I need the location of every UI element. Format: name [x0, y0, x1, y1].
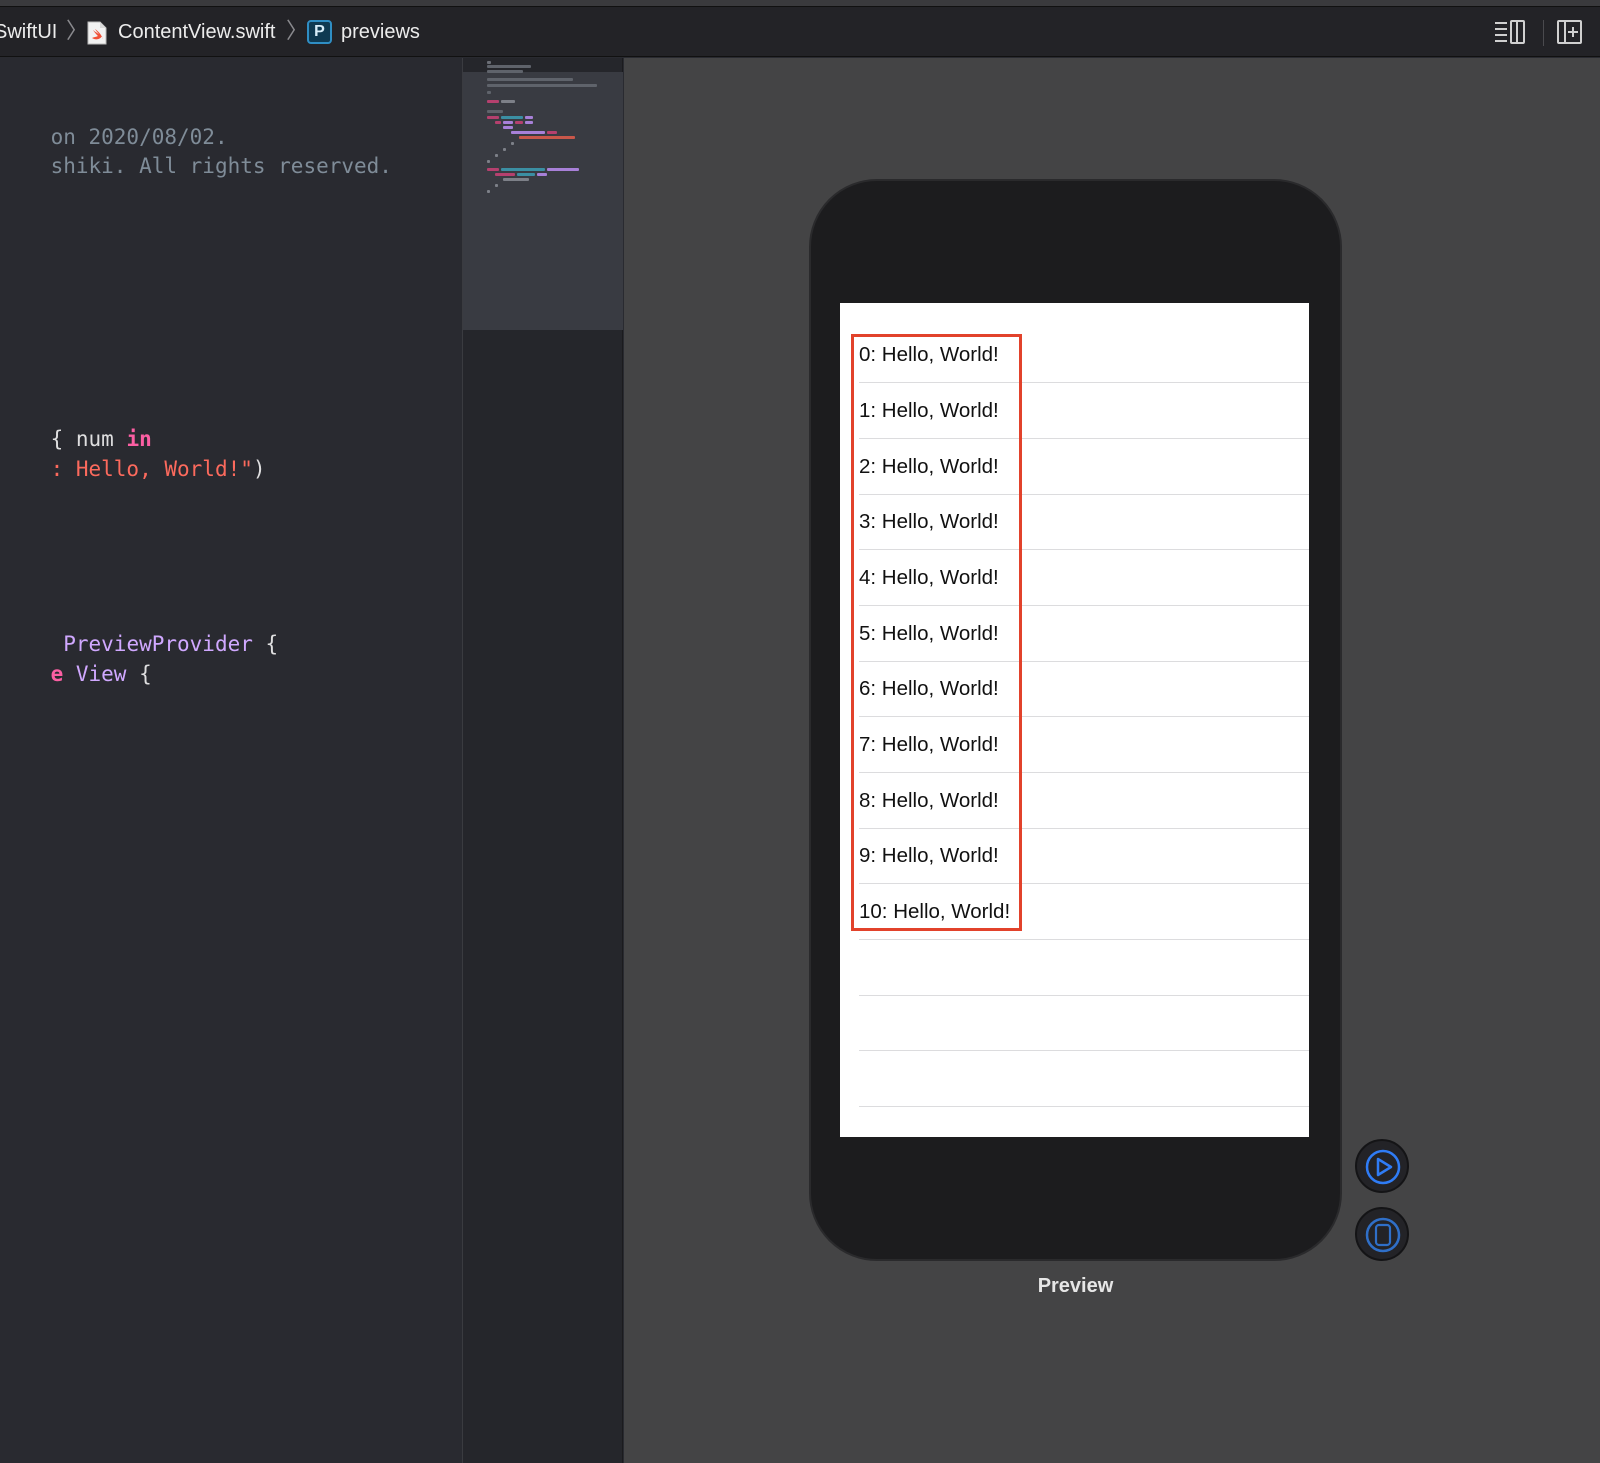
- breadcrumb-project[interactable]: SwiftUI: [0, 7, 57, 57]
- list-row[interactable]: 4: Hello, World!: [840, 550, 1309, 606]
- minimap-line: [495, 184, 498, 187]
- code-line: { num in: [0, 394, 152, 451]
- empty-list-row: [840, 995, 1309, 1051]
- code-line: shiki. All rights reserved.: [0, 121, 392, 178]
- minimap-line: [487, 65, 531, 68]
- live-preview-icon: [1365, 1149, 1401, 1185]
- list-row-label: 2: Hello, World!: [859, 455, 999, 478]
- swift-file-icon: [87, 21, 107, 45]
- breadcrumb-file-label: ContentView.swift: [118, 20, 276, 43]
- minimap-line: [487, 84, 597, 87]
- minimap-line: [511, 142, 514, 145]
- code-token: shiki. All rights reserved.: [50, 154, 392, 178]
- device-settings-button[interactable]: [1355, 1207, 1409, 1261]
- list-separator: [859, 1106, 1309, 1107]
- list-row-label: 10: Hello, World!: [859, 900, 1011, 923]
- minimap-line: [487, 110, 503, 113]
- minimap-line: [501, 116, 523, 119]
- minimap-line: [515, 121, 523, 124]
- breadcrumb-symbol-label: previews: [341, 20, 420, 43]
- minimap-line: [503, 148, 506, 151]
- device-settings-icon: [1365, 1217, 1401, 1253]
- list-row[interactable]: 8: Hello, World!: [840, 773, 1309, 829]
- list-row-label: 6: Hello, World!: [859, 677, 999, 700]
- minimap-line: [503, 126, 513, 129]
- list-row[interactable]: 1: Hello, World!: [840, 383, 1309, 439]
- preview-caption: Preview: [1037, 1275, 1114, 1297]
- code-token: ): [252, 457, 266, 481]
- minimap-line: [547, 131, 557, 134]
- list-row-label: 7: Hello, World!: [859, 733, 999, 756]
- jump-bar: SwiftUI 〉 ContentView.swift 〉 P previews: [0, 7, 1600, 57]
- minimap-line: [487, 70, 523, 73]
- minimap-line: [501, 100, 515, 103]
- minimap-line: [487, 61, 491, 64]
- list-row[interactable]: 6: Hello, World!: [840, 661, 1309, 717]
- device-screen[interactable]: 0: Hello, World! 1: Hello, World! 2: Hel…: [840, 303, 1309, 1137]
- code-line: e View {: [0, 629, 152, 686]
- code-line: : Hello, World!"): [0, 424, 266, 481]
- minimap-line: [487, 168, 499, 171]
- list-row-label: 5: Hello, World!: [859, 622, 999, 645]
- list-row[interactable]: 9: Hello, World!: [840, 828, 1309, 884]
- breadcrumb-project-label: SwiftUI: [0, 20, 58, 43]
- minimap-line: [511, 131, 545, 134]
- list-row-label: 0: Hello, World!: [859, 343, 999, 366]
- breadcrumb-file[interactable]: ContentView.swift: [118, 7, 276, 57]
- list-row[interactable]: 0: Hello, World!: [840, 327, 1309, 383]
- minimap-line: [537, 173, 547, 176]
- list-row[interactable]: 10: Hello, World!: [840, 884, 1309, 940]
- editor-options-icon[interactable]: [1493, 19, 1527, 45]
- code-line: PreviewProvider {: [0, 599, 278, 656]
- minimap-line: [547, 168, 579, 171]
- list-row-label: 4: Hello, World!: [859, 566, 999, 589]
- list-row[interactable]: 5: Hello, World!: [840, 606, 1309, 662]
- preview-canvas[interactable]: 0: Hello, World! 1: Hello, World! 2: Hel…: [624, 58, 1600, 1463]
- list-row[interactable]: 2: Hello, World!: [840, 439, 1309, 495]
- live-preview-button[interactable]: [1355, 1139, 1409, 1193]
- minimap-line: [495, 154, 498, 157]
- code-token: e: [50, 662, 76, 686]
- list-row-label: 1: Hello, World!: [859, 399, 999, 422]
- minimap-line: [517, 173, 535, 176]
- empty-list-row: [840, 940, 1309, 996]
- minimap-line: [503, 121, 513, 124]
- breadcrumb-chevron-icon: 〉: [66, 18, 89, 43]
- minimap-line: [495, 121, 501, 124]
- code-token: {: [252, 632, 279, 656]
- list-row-label: 8: Hello, World!: [859, 789, 999, 812]
- list-row[interactable]: 7: Hello, World!: [840, 717, 1309, 773]
- minimap-line: [525, 121, 533, 124]
- code-token: {: [126, 662, 152, 686]
- minimap[interactable]: [462, 58, 623, 1463]
- minimap-line: [501, 168, 545, 171]
- code-token: View: [75, 662, 127, 686]
- list-row[interactable]: 3: Hello, World!: [840, 494, 1309, 550]
- breadcrumb-symbol[interactable]: previews: [341, 7, 420, 57]
- empty-list-row: [840, 1051, 1309, 1107]
- minimap-line: [519, 136, 575, 139]
- toolbar-divider: [1543, 20, 1544, 46]
- source-editor[interactable]: on 2020/08/02. shiki. All rights reserve…: [0, 58, 462, 1463]
- minimap-line: [487, 190, 490, 193]
- minimap-line: [487, 100, 499, 103]
- minimap-line: [495, 173, 515, 176]
- minimap-line: [487, 160, 490, 163]
- list-row-label: 9: Hello, World!: [859, 844, 999, 867]
- window-top-strip: [0, 0, 1600, 7]
- minimap-line: [525, 116, 533, 119]
- code-token: : Hello, World!": [50, 457, 253, 481]
- minimap-line: [487, 116, 499, 119]
- preview-provider-icon: P: [307, 20, 332, 44]
- code-line: on 2020/08/02.: [0, 92, 228, 149]
- breadcrumb-chevron-icon: 〉: [286, 18, 309, 43]
- add-editor-icon[interactable]: [1556, 19, 1584, 45]
- minimap-line: [503, 178, 529, 181]
- minimap-line: [487, 91, 491, 94]
- minimap-line: [487, 78, 573, 81]
- list-row-label: 3: Hello, World!: [859, 510, 999, 533]
